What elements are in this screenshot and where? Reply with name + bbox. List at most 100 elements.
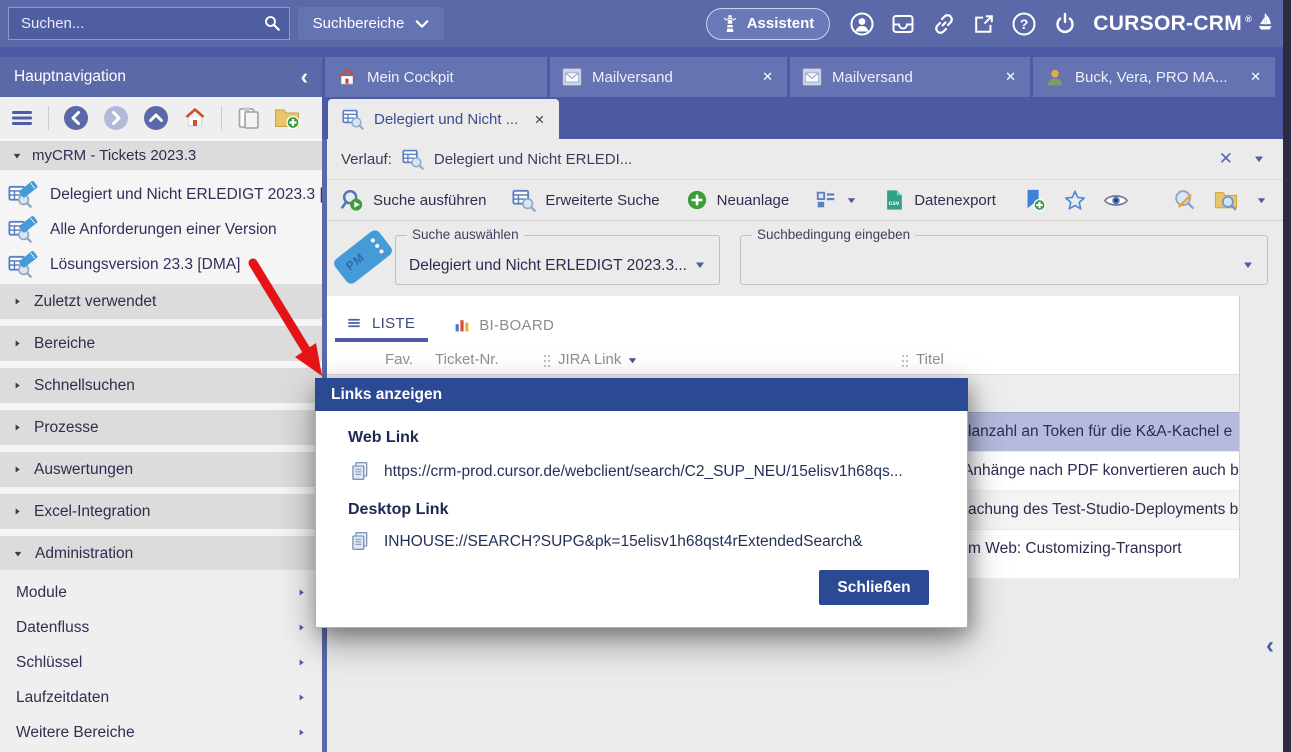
link-icon[interactable] bbox=[932, 12, 956, 36]
sidebar-item-datenfluss[interactable]: Datenfluss bbox=[0, 610, 322, 645]
clipboard-icon[interactable] bbox=[236, 106, 260, 130]
sidebar: myCRM - Tickets 2023.3 Delegiert und Nic… bbox=[0, 97, 322, 752]
search-item-label: Lösungsversion 23.3 [DMA] bbox=[50, 256, 240, 274]
sidebar-section-excel-integration[interactable]: Excel-Integration bbox=[0, 494, 322, 529]
search-select-dropdown[interactable]: Suche auswählen Delegiert und Nicht ERLE… bbox=[395, 235, 720, 285]
topbar: Suchbereiche Assistent CURSOR-CRM® bbox=[0, 0, 1291, 47]
export-button[interactable]: Datenexport bbox=[883, 189, 996, 211]
tab-buck-vera[interactable]: Buck, Vera, PRO MA... ✕ bbox=[1033, 57, 1275, 97]
mail-icon bbox=[562, 67, 582, 87]
administration-submenu: Module Datenfluss Schlüssel Laufzeitdate… bbox=[0, 570, 322, 752]
web-link-url[interactable]: https://crm-prod.cursor.de/webclient/sea… bbox=[384, 463, 903, 481]
menu-icon[interactable] bbox=[10, 106, 34, 130]
column-sort-icon[interactable] bbox=[627, 355, 638, 366]
collapsed-icon bbox=[13, 423, 22, 432]
column-titel[interactable]: Titel bbox=[916, 346, 944, 373]
back-icon[interactable] bbox=[63, 105, 89, 131]
sidebar-item-module[interactable]: Module bbox=[0, 575, 322, 610]
row-titel: lanzahl an Token für die K&A-Kachel e bbox=[968, 413, 1232, 451]
edit-search-icon[interactable] bbox=[1172, 188, 1196, 212]
column-jira-link[interactable]: JIRA Link bbox=[558, 346, 621, 373]
home-icon[interactable] bbox=[183, 106, 207, 130]
close-subtab-icon[interactable]: ✕ bbox=[534, 112, 544, 127]
sidebar-search-delegiert[interactable]: Delegiert und Nicht ERLEDIGT 2023.3 | bbox=[0, 177, 322, 212]
sidebar-section-administration[interactable]: Administration bbox=[0, 536, 322, 571]
search-scope-label: Suchbereiche bbox=[313, 15, 405, 32]
assistant-button[interactable]: Assistent bbox=[706, 8, 831, 40]
close-tab-icon[interactable]: ✕ bbox=[1248, 69, 1263, 85]
column-fav[interactable]: Fav. bbox=[385, 346, 413, 373]
inbox-tray-icon[interactable] bbox=[891, 12, 915, 36]
lighthouse-icon bbox=[722, 14, 738, 34]
dropdown-icon[interactable] bbox=[694, 259, 706, 271]
item-label: Weitere Bereiche bbox=[16, 724, 135, 742]
sidebar-item-weitere-bereiche[interactable]: Weitere Bereiche bbox=[0, 715, 322, 750]
add-bookmark-icon[interactable] bbox=[1022, 188, 1046, 212]
run-search-button[interactable]: Suche ausführen bbox=[340, 188, 486, 212]
sidebar-section-bereiche[interactable]: Bereiche bbox=[0, 326, 322, 361]
search-icon[interactable] bbox=[263, 14, 281, 32]
visibility-eye-icon[interactable] bbox=[1104, 192, 1128, 209]
collapse-right-panel-icon[interactable]: ‹ bbox=[1266, 632, 1274, 660]
copy-icon[interactable] bbox=[350, 531, 370, 551]
brand-logo: CURSOR-CRM® bbox=[1093, 12, 1275, 36]
external-link-icon[interactable] bbox=[973, 13, 995, 35]
favorite-star-icon[interactable] bbox=[1064, 189, 1086, 211]
help-icon[interactable] bbox=[1012, 12, 1036, 36]
up-icon[interactable] bbox=[143, 105, 169, 131]
collapse-sidebar-icon[interactable]: ‹ bbox=[301, 67, 308, 87]
drag-handle-icon[interactable] bbox=[901, 354, 909, 368]
section-label: Administration bbox=[35, 545, 133, 563]
sidebar-header: Hauptnavigation ‹ bbox=[0, 57, 322, 97]
search-condition-dropdown[interactable]: Suchbedingung eingeben bbox=[740, 235, 1268, 285]
extended-search-button[interactable]: Erweiterte Suche bbox=[512, 188, 659, 212]
tab-mein-cockpit[interactable]: Mein Cockpit bbox=[325, 57, 547, 97]
add-folder-icon[interactable] bbox=[274, 105, 300, 131]
sidebar-item-schluessel[interactable]: Schlüssel bbox=[0, 645, 322, 680]
history-entry[interactable]: Delegiert und Nicht ERLEDI... bbox=[434, 151, 632, 168]
search-item-label: Delegiert und Nicht ERLEDIGT 2023.3 | bbox=[50, 186, 322, 204]
submenu-arrow-icon bbox=[297, 588, 306, 597]
history-dropdown-icon[interactable] bbox=[1253, 153, 1265, 165]
section-label: Prozesse bbox=[34, 419, 99, 437]
close-tab-icon[interactable]: ✕ bbox=[1003, 69, 1018, 85]
sidebar-section-prozesse[interactable]: Prozesse bbox=[0, 410, 322, 445]
sub-tabband: Delegiert und Nicht ... ✕ bbox=[322, 97, 1283, 139]
assistant-label: Assistent bbox=[747, 15, 815, 32]
close-tab-icon[interactable]: ✕ bbox=[760, 69, 775, 85]
power-icon[interactable] bbox=[1053, 12, 1077, 36]
drag-handle-icon[interactable] bbox=[543, 354, 551, 368]
sidebar-search-anforderungen[interactable]: Alle Anforderungen einer Version bbox=[0, 212, 322, 247]
tab-delegiert-search[interactable]: Delegiert und Nicht ... ✕ bbox=[328, 99, 559, 139]
folder-search-icon[interactable] bbox=[1214, 188, 1238, 212]
search-scope-button[interactable]: Suchbereiche bbox=[298, 7, 444, 40]
desktop-link-url[interactable]: INHOUSE://SEARCH?SUPG&pk=15elisv1h68qst4… bbox=[384, 533, 863, 551]
dropdown-icon[interactable] bbox=[1242, 259, 1254, 271]
search-input[interactable] bbox=[8, 7, 290, 40]
forward-icon[interactable] bbox=[103, 105, 129, 131]
tab-bi-board[interactable]: BI-BOARD bbox=[444, 308, 567, 342]
tab-mailversand-1[interactable]: Mailversand ✕ bbox=[550, 57, 787, 97]
submenu-arrow-icon bbox=[297, 693, 306, 702]
tab-liste[interactable]: LISTE bbox=[335, 308, 428, 342]
sidebar-group-mycrm[interactable]: myCRM - Tickets 2023.3 bbox=[0, 141, 322, 170]
sidebar-search-loesungsversion[interactable]: Lösungsversion 23.3 [DMA] bbox=[0, 247, 322, 282]
clear-history-icon[interactable]: ✕ bbox=[1219, 149, 1233, 169]
sidebar-section-schnellsuchen[interactable]: Schnellsuchen bbox=[0, 368, 322, 403]
view-config-button[interactable] bbox=[815, 189, 857, 211]
sidebar-item-laufzeitdaten[interactable]: Laufzeitdaten bbox=[0, 680, 322, 715]
dialog-titlebar: Links anzeigen bbox=[315, 378, 968, 411]
copy-icon[interactable] bbox=[350, 461, 370, 481]
close-dialog-button[interactable]: Schließen bbox=[819, 570, 929, 605]
tab-mailversand-2[interactable]: Mailversand ✕ bbox=[790, 57, 1030, 97]
ticket-perforation bbox=[370, 238, 376, 244]
toolbar-right-icons bbox=[1022, 188, 1291, 212]
mail-icon bbox=[802, 67, 822, 87]
dropdown-icon[interactable] bbox=[1256, 195, 1267, 206]
sidebar-section-auswertungen[interactable]: Auswertungen bbox=[0, 452, 322, 487]
tab-label: Mein Cockpit bbox=[367, 69, 535, 86]
user-avatar-icon[interactable] bbox=[850, 12, 874, 36]
create-button[interactable]: Neuanlage bbox=[686, 189, 790, 211]
column-ticket-nr[interactable]: Ticket-Nr. bbox=[435, 346, 499, 373]
sidebar-section-zuletzt-verwendet[interactable]: Zuletzt verwendet bbox=[0, 284, 322, 319]
